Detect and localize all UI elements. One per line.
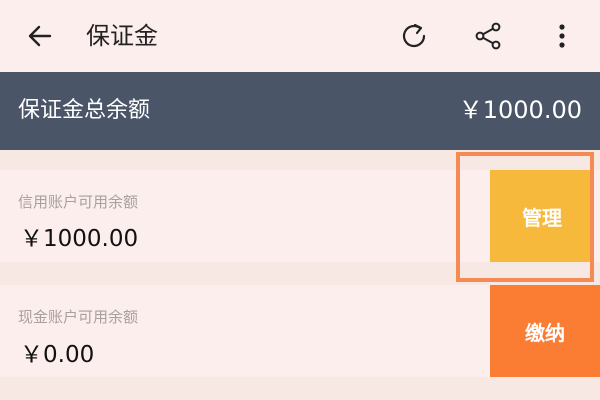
more-vertical-icon [559,24,565,48]
refresh-icon [402,23,426,48]
total-balance-label: 保证金总余额 [18,98,151,123]
page-title: 保证金 [86,22,158,50]
divider [0,262,600,285]
total-balance-banner: 保证金总余额 ￥1000.00 [0,72,600,150]
divider [0,377,600,400]
pay-button[interactable]: 缴纳 [490,285,600,377]
cash-account-amount: ￥0.00 [20,342,95,368]
arrow-left-icon [28,25,52,47]
credit-account-amount: ￥1000.00 [20,226,139,252]
cash-account-caption: 现金账户可用余额 [18,308,139,326]
credit-account-caption: 信用账户可用余额 [18,193,139,211]
back-button[interactable] [22,18,58,54]
total-balance-amount: ￥1000.00 [458,96,582,124]
refresh-button[interactable] [396,18,432,54]
more-button[interactable] [544,18,580,54]
divider [0,150,600,170]
share-icon [475,22,501,50]
share-button[interactable] [470,18,506,54]
manage-button[interactable]: 管理 [490,170,594,262]
app-bar: 保证金 [0,0,600,72]
